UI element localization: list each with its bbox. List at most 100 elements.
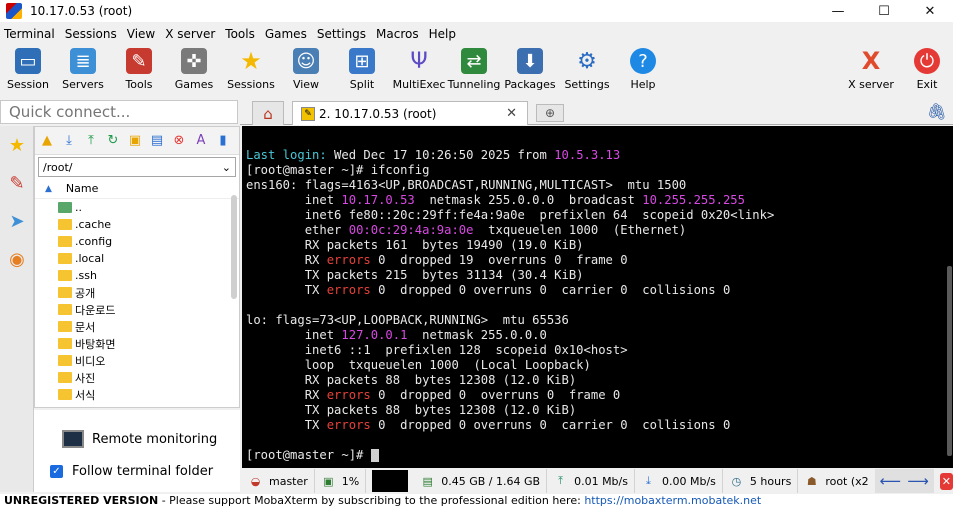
toolbar-sessions-button[interactable]: ★ Sessions xyxy=(223,45,279,97)
sftp-side-tab-send-icon[interactable]: ➤ xyxy=(0,202,34,240)
minimize-button[interactable]: — xyxy=(815,0,861,22)
download-value: 0.00 Mb/s xyxy=(661,474,716,488)
quick-connect-input[interactable] xyxy=(9,103,229,121)
file-list-item[interactable]: .cache xyxy=(35,216,239,233)
menu-help[interactable]: Help xyxy=(425,27,462,41)
menu-tools[interactable]: Tools xyxy=(221,27,261,41)
terminal-line: ether 00:0c:29:4a:9a:0e txqueuelen 1000 … xyxy=(246,223,953,238)
toolbar-view-button[interactable]: ☺ View xyxy=(278,45,334,97)
terminal-line: Last login: Wed Dec 17 10:26:50 2025 fro… xyxy=(246,148,953,163)
maximize-button[interactable]: ☐ xyxy=(861,0,907,22)
toolbar-settings-button[interactable]: ⚙ Settings xyxy=(559,45,615,97)
close-status-icon[interactable]: ✕ xyxy=(939,472,953,490)
cpu-icon: ▣ xyxy=(323,474,334,488)
home-tab[interactable]: ⌂ xyxy=(252,101,284,125)
toolbar-label: Settings xyxy=(564,78,610,91)
new-tab-button[interactable]: ⊕ xyxy=(536,104,564,122)
remote-monitoring-toggle[interactable]: Remote monitoring xyxy=(62,430,217,448)
file-name: 사진 xyxy=(75,371,96,385)
terminal-line: TX packets 215 bytes 31134 (30.4 KiB) xyxy=(246,268,584,282)
terminal-tab-icon: ✎ xyxy=(301,106,315,121)
terminal-output[interactable]: Last login: Wed Dec 17 10:26:50 2025 fro… xyxy=(242,126,953,468)
file-list-item[interactable]: .config xyxy=(35,233,239,250)
toolbar-multiexec-button[interactable]: Ψ MultiExec xyxy=(391,45,447,97)
upload-icon[interactable]: ⤒ xyxy=(81,131,101,151)
file-list-item[interactable]: 비디오 xyxy=(35,352,239,369)
globe-side-tab-icon[interactable]: ◉ xyxy=(0,240,34,278)
delete-icon[interactable]: ⊗ xyxy=(169,131,189,151)
status-host: ◒ master xyxy=(242,469,315,493)
paperclip-icon[interactable]: 🖇 xyxy=(927,102,947,121)
refresh-icon[interactable]: ↻ xyxy=(103,131,123,151)
terminal-line: lo: flags=73<UP,LOOPBACK,RUNNING> mtu 65… xyxy=(246,313,569,327)
file-list-item[interactable]: 서식 xyxy=(35,386,239,403)
sessions-side-tab-star-icon[interactable]: ★ xyxy=(0,126,34,164)
new-file-icon[interactable]: ▤ xyxy=(147,131,167,151)
monitor-icon: ▭ xyxy=(15,48,41,74)
file-list-header[interactable]: ▲ Name xyxy=(35,179,239,199)
sort-triangle-icon: ▲ xyxy=(45,183,52,194)
toolbar-servers-button[interactable]: ≣ Servers xyxy=(55,45,111,97)
status-upload: ⤒ 0.01 Mb/s xyxy=(547,469,635,493)
toolbar-label: Servers xyxy=(62,78,104,91)
tools-icon: ✎ xyxy=(126,48,152,74)
star-icon: ★ xyxy=(240,47,262,75)
toolbar-tunneling-button[interactable]: ⇄ Tunneling xyxy=(446,45,502,97)
folder-icon xyxy=(58,372,72,383)
file-list-item[interactable]: 공개 xyxy=(35,284,239,301)
file-list-item[interactable]: 문서 xyxy=(35,318,239,335)
parent-folder-icon[interactable]: ▲ xyxy=(37,131,57,151)
toolbar-games-button[interactable]: ✜ Games xyxy=(166,45,222,97)
xserver-icon: X xyxy=(861,47,881,75)
close-tab-button[interactable]: ✕ xyxy=(506,106,517,121)
file-list-item[interactable]: 사진 xyxy=(35,369,239,386)
shell-prompt: [root@master ~]# xyxy=(246,448,371,462)
checkbox-checked-icon[interactable]: ✓ xyxy=(50,465,63,478)
mobatek-link[interactable]: https://mobaxterm.mobatek.net xyxy=(584,494,761,507)
left-arrow-icon[interactable]: ⟵ xyxy=(880,472,902,490)
window-title: 10.17.0.53 (root) xyxy=(30,4,133,18)
file-name: 문서 xyxy=(75,320,96,334)
file-list-item[interactable]: .ssh xyxy=(35,267,239,284)
menu-settings[interactable]: Settings xyxy=(313,27,372,41)
toolbar-xserver-button[interactable]: X X server xyxy=(843,45,899,97)
status-user: ☗ root (x2 xyxy=(798,469,874,493)
memory-icon: ▤ xyxy=(422,474,433,488)
file-list-item[interactable]: 다운로드 xyxy=(35,301,239,318)
file-list-item[interactable]: 바탕화면 xyxy=(35,335,239,352)
new-folder-icon[interactable]: ▣ xyxy=(125,131,145,151)
status-download: ⤓ 0.00 Mb/s xyxy=(635,469,723,493)
uptime-value: 5 hours xyxy=(749,474,792,488)
terminal-scrollbar[interactable] xyxy=(947,266,952,456)
toolbar-exit-button[interactable]: ⏻ Exit xyxy=(899,45,953,97)
terminal-line: RX errors 0 dropped 0 overruns 0 frame 0 xyxy=(246,388,953,403)
terminal-sync-icon[interactable]: ▮ xyxy=(213,131,233,151)
download-icon[interactable]: ⤓ xyxy=(59,131,79,151)
file-list-scrollbar[interactable] xyxy=(231,195,237,299)
menu-view[interactable]: View xyxy=(123,27,161,41)
menu-sessions[interactable]: Sessions xyxy=(61,27,123,41)
path-selector[interactable]: /root/ ⌄ xyxy=(38,157,236,177)
follow-terminal-folder-toggle[interactable]: ✓ Follow terminal folder xyxy=(50,464,213,479)
tools-side-tab-icon[interactable]: ✎ xyxy=(0,164,34,202)
menu-games[interactable]: Games xyxy=(261,27,313,41)
right-arrow-icon[interactable]: ⟶ xyxy=(907,472,929,490)
uptime-icon: ◷ xyxy=(731,474,742,488)
menu-x-server[interactable]: X server xyxy=(161,27,221,41)
toolbar-session-button[interactable]: ▭ Session xyxy=(0,45,56,97)
toolbar-split-button[interactable]: ⊞ Split xyxy=(334,45,390,97)
terminal-cursor xyxy=(370,449,379,462)
session-tab[interactable]: ✎ 2. 10.17.0.53 (root) ✕ xyxy=(292,101,528,125)
folder-icon xyxy=(58,338,72,349)
rename-icon[interactable]: A xyxy=(191,131,211,151)
text: netmask 255.0.0.0 xyxy=(407,328,547,342)
menu-terminal[interactable]: Terminal xyxy=(0,27,61,41)
toolbar-packages-button[interactable]: ⬇ Packages xyxy=(502,45,558,97)
folder-icon xyxy=(58,219,72,230)
menu-macros[interactable]: Macros xyxy=(372,27,425,41)
toolbar-help-button[interactable]: ? Help xyxy=(615,45,671,97)
toolbar-tools-button[interactable]: ✎ Tools xyxy=(111,45,167,97)
file-list-item[interactable]: .. xyxy=(35,199,239,216)
file-list-item[interactable]: .local xyxy=(35,250,239,267)
close-window-button[interactable]: ✕ xyxy=(907,0,953,22)
